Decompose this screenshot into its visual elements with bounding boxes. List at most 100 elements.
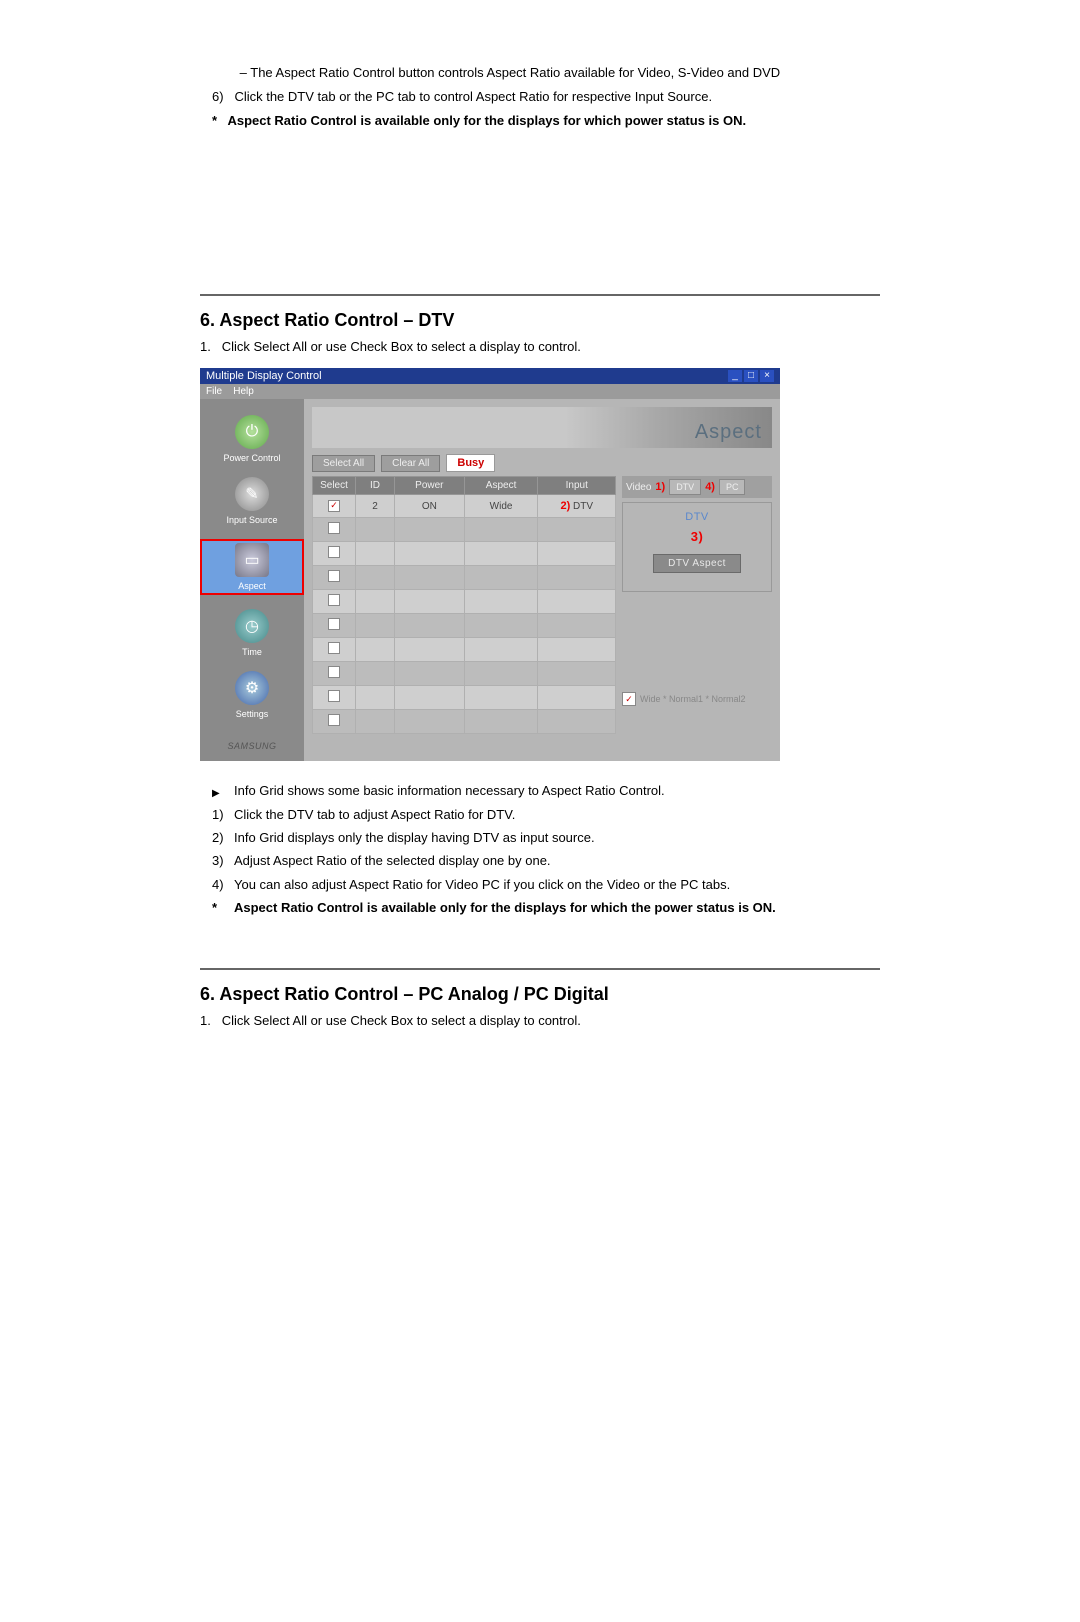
step-number-2: 1. <box>200 1013 211 1028</box>
under-line-2: Info Grid displays only the display havi… <box>234 826 595 849</box>
window-title: Multiple Display Control <box>206 370 322 382</box>
row-checkbox[interactable] <box>328 522 340 534</box>
annotation-3: 3) <box>629 529 765 544</box>
toolbar: Select All Clear All Busy <box>312 454 772 472</box>
marker-1: 1) <box>212 803 228 826</box>
cell-aspect: Wide <box>464 495 538 518</box>
sidebar-item-input[interactable]: ✎ Input Source <box>200 477 304 525</box>
table-row[interactable] <box>313 566 616 590</box>
intro-note: Aspect Ratio Control is available only f… <box>227 113 746 128</box>
sidebar-item-power[interactable]: ⏻ Power Control <box>200 415 304 463</box>
table-row[interactable] <box>313 662 616 686</box>
cell-input: 2) DTV <box>538 495 616 518</box>
step-text-2: Click Select All or use Check Box to sel… <box>222 1013 581 1028</box>
annotation-2: 2) <box>560 500 570 512</box>
sidebar-item-time[interactable]: ◷ Time <box>200 609 304 657</box>
intro-block: – The Aspect Ratio Control button contro… <box>212 62 880 132</box>
cell-power: ON <box>395 495 465 518</box>
menu-file[interactable]: File <box>206 386 222 397</box>
titlebar: Multiple Display Control _ □ × <box>200 368 780 384</box>
busy-indicator: Busy <box>446 454 495 472</box>
tab-dtv[interactable]: DTV <box>669 479 701 495</box>
row-checkbox[interactable] <box>328 570 340 582</box>
section-title-pc: 6. Aspect Ratio Control – PC Analog / PC… <box>200 984 880 1005</box>
aspect-icon: ▭ <box>235 543 269 577</box>
table-row[interactable] <box>313 710 616 734</box>
section-title-dtv: 6. Aspect Ratio Control – DTV <box>200 310 880 331</box>
under-line-0: Info Grid shows some basic information n… <box>234 779 665 802</box>
dash-marker: – <box>240 65 247 80</box>
dtv-box: DTV 3) DTV Aspect <box>622 502 772 592</box>
panel-header: Aspect <box>312 407 772 448</box>
annotation-1: 1) <box>655 481 665 493</box>
info-grid: Select ID Power Aspect Input 2 ON Wide <box>312 476 616 734</box>
col-input: Input <box>538 477 616 495</box>
row-checkbox[interactable] <box>328 546 340 558</box>
col-aspect: Aspect <box>464 477 538 495</box>
row-checkbox[interactable] <box>328 714 340 726</box>
sidebar-item-settings[interactable]: ⚙ Settings <box>200 671 304 719</box>
intro-line-2: Click the DTV tab or the PC tab to contr… <box>234 89 712 104</box>
col-power: Power <box>395 477 465 495</box>
step-number: 1. <box>200 339 211 354</box>
right-panel: Video 1) DTV 4) PC DTV 3) DTV Aspect <box>622 476 772 734</box>
divider <box>200 968 880 970</box>
tab-pc[interactable]: PC <box>719 479 746 495</box>
under-line-3: Adjust Aspect Ratio of the selected disp… <box>234 849 551 872</box>
dtv-box-title: DTV <box>629 511 765 523</box>
table-row[interactable] <box>313 542 616 566</box>
under-list: ▶ Info Grid shows some basic information… <box>212 779 880 919</box>
bullet-arrow-icon: ▶ <box>212 785 220 803</box>
table-row[interactable]: 2 ON Wide 2) DTV <box>313 495 616 518</box>
star-marker-2: * <box>212 896 228 919</box>
main-panel: Aspect Select All Clear All Busy Select … <box>304 399 780 761</box>
table-row[interactable] <box>313 614 616 638</box>
under-line-4: You can also adjust Aspect Ratio for Vid… <box>234 873 730 896</box>
marker-6: 6) <box>212 89 224 104</box>
status-check-icon: ✓ <box>622 692 636 706</box>
cell-id: 2 <box>356 495 395 518</box>
minimize-icon[interactable]: _ <box>728 370 742 382</box>
table-row[interactable] <box>313 638 616 662</box>
table-row[interactable] <box>313 686 616 710</box>
brand-logo: SAMSUNG <box>200 741 304 751</box>
menu-help[interactable]: Help <box>233 386 254 397</box>
status-line: ✓ Wide * Normal1 * Normal2 <box>622 688 772 706</box>
maximize-icon[interactable]: □ <box>744 370 758 382</box>
row-checkbox[interactable] <box>328 594 340 606</box>
dtv-aspect-button[interactable]: DTV Aspect <box>653 554 741 573</box>
divider <box>200 294 880 296</box>
time-icon: ◷ <box>235 609 269 643</box>
row-checkbox[interactable] <box>328 666 340 678</box>
marker-4: 4) <box>212 873 228 896</box>
video-label: Video <box>626 482 651 493</box>
status-text: Wide * Normal1 * Normal2 <box>640 694 746 704</box>
row-checkbox[interactable] <box>328 500 340 512</box>
annotation-4: 4) <box>705 481 715 493</box>
sidebar: ⏻ Power Control ✎ Input Source ▭ Aspect … <box>200 399 304 761</box>
app-screenshot: Multiple Display Control _ □ × File Help… <box>200 368 780 761</box>
clear-all-button[interactable]: Clear All <box>381 455 440 472</box>
row-checkbox[interactable] <box>328 618 340 630</box>
under-line-1: Click the DTV tab to adjust Aspect Ratio… <box>234 803 515 826</box>
menubar: File Help <box>200 384 780 399</box>
table-row[interactable] <box>313 518 616 542</box>
marker-2: 2) <box>212 826 228 849</box>
input-source-icon: ✎ <box>235 477 269 511</box>
marker-3: 3) <box>212 849 228 872</box>
table-row[interactable] <box>313 590 616 614</box>
row-checkbox[interactable] <box>328 642 340 654</box>
tabs-row: Video 1) DTV 4) PC <box>622 476 772 498</box>
power-icon: ⏻ <box>235 415 269 449</box>
settings-icon: ⚙ <box>235 671 269 705</box>
col-id: ID <box>356 477 395 495</box>
close-icon[interactable]: × <box>760 370 774 382</box>
star-marker: * <box>212 113 217 128</box>
intro-line-1: The Aspect Ratio Control button controls… <box>250 65 780 80</box>
sidebar-item-aspect[interactable]: ▭ Aspect <box>200 539 304 595</box>
col-select: Select <box>313 477 356 495</box>
step-text: Click Select All or use Check Box to sel… <box>222 339 581 354</box>
under-note: Aspect Ratio Control is available only f… <box>234 896 776 919</box>
row-checkbox[interactable] <box>328 690 340 702</box>
select-all-button[interactable]: Select All <box>312 455 375 472</box>
